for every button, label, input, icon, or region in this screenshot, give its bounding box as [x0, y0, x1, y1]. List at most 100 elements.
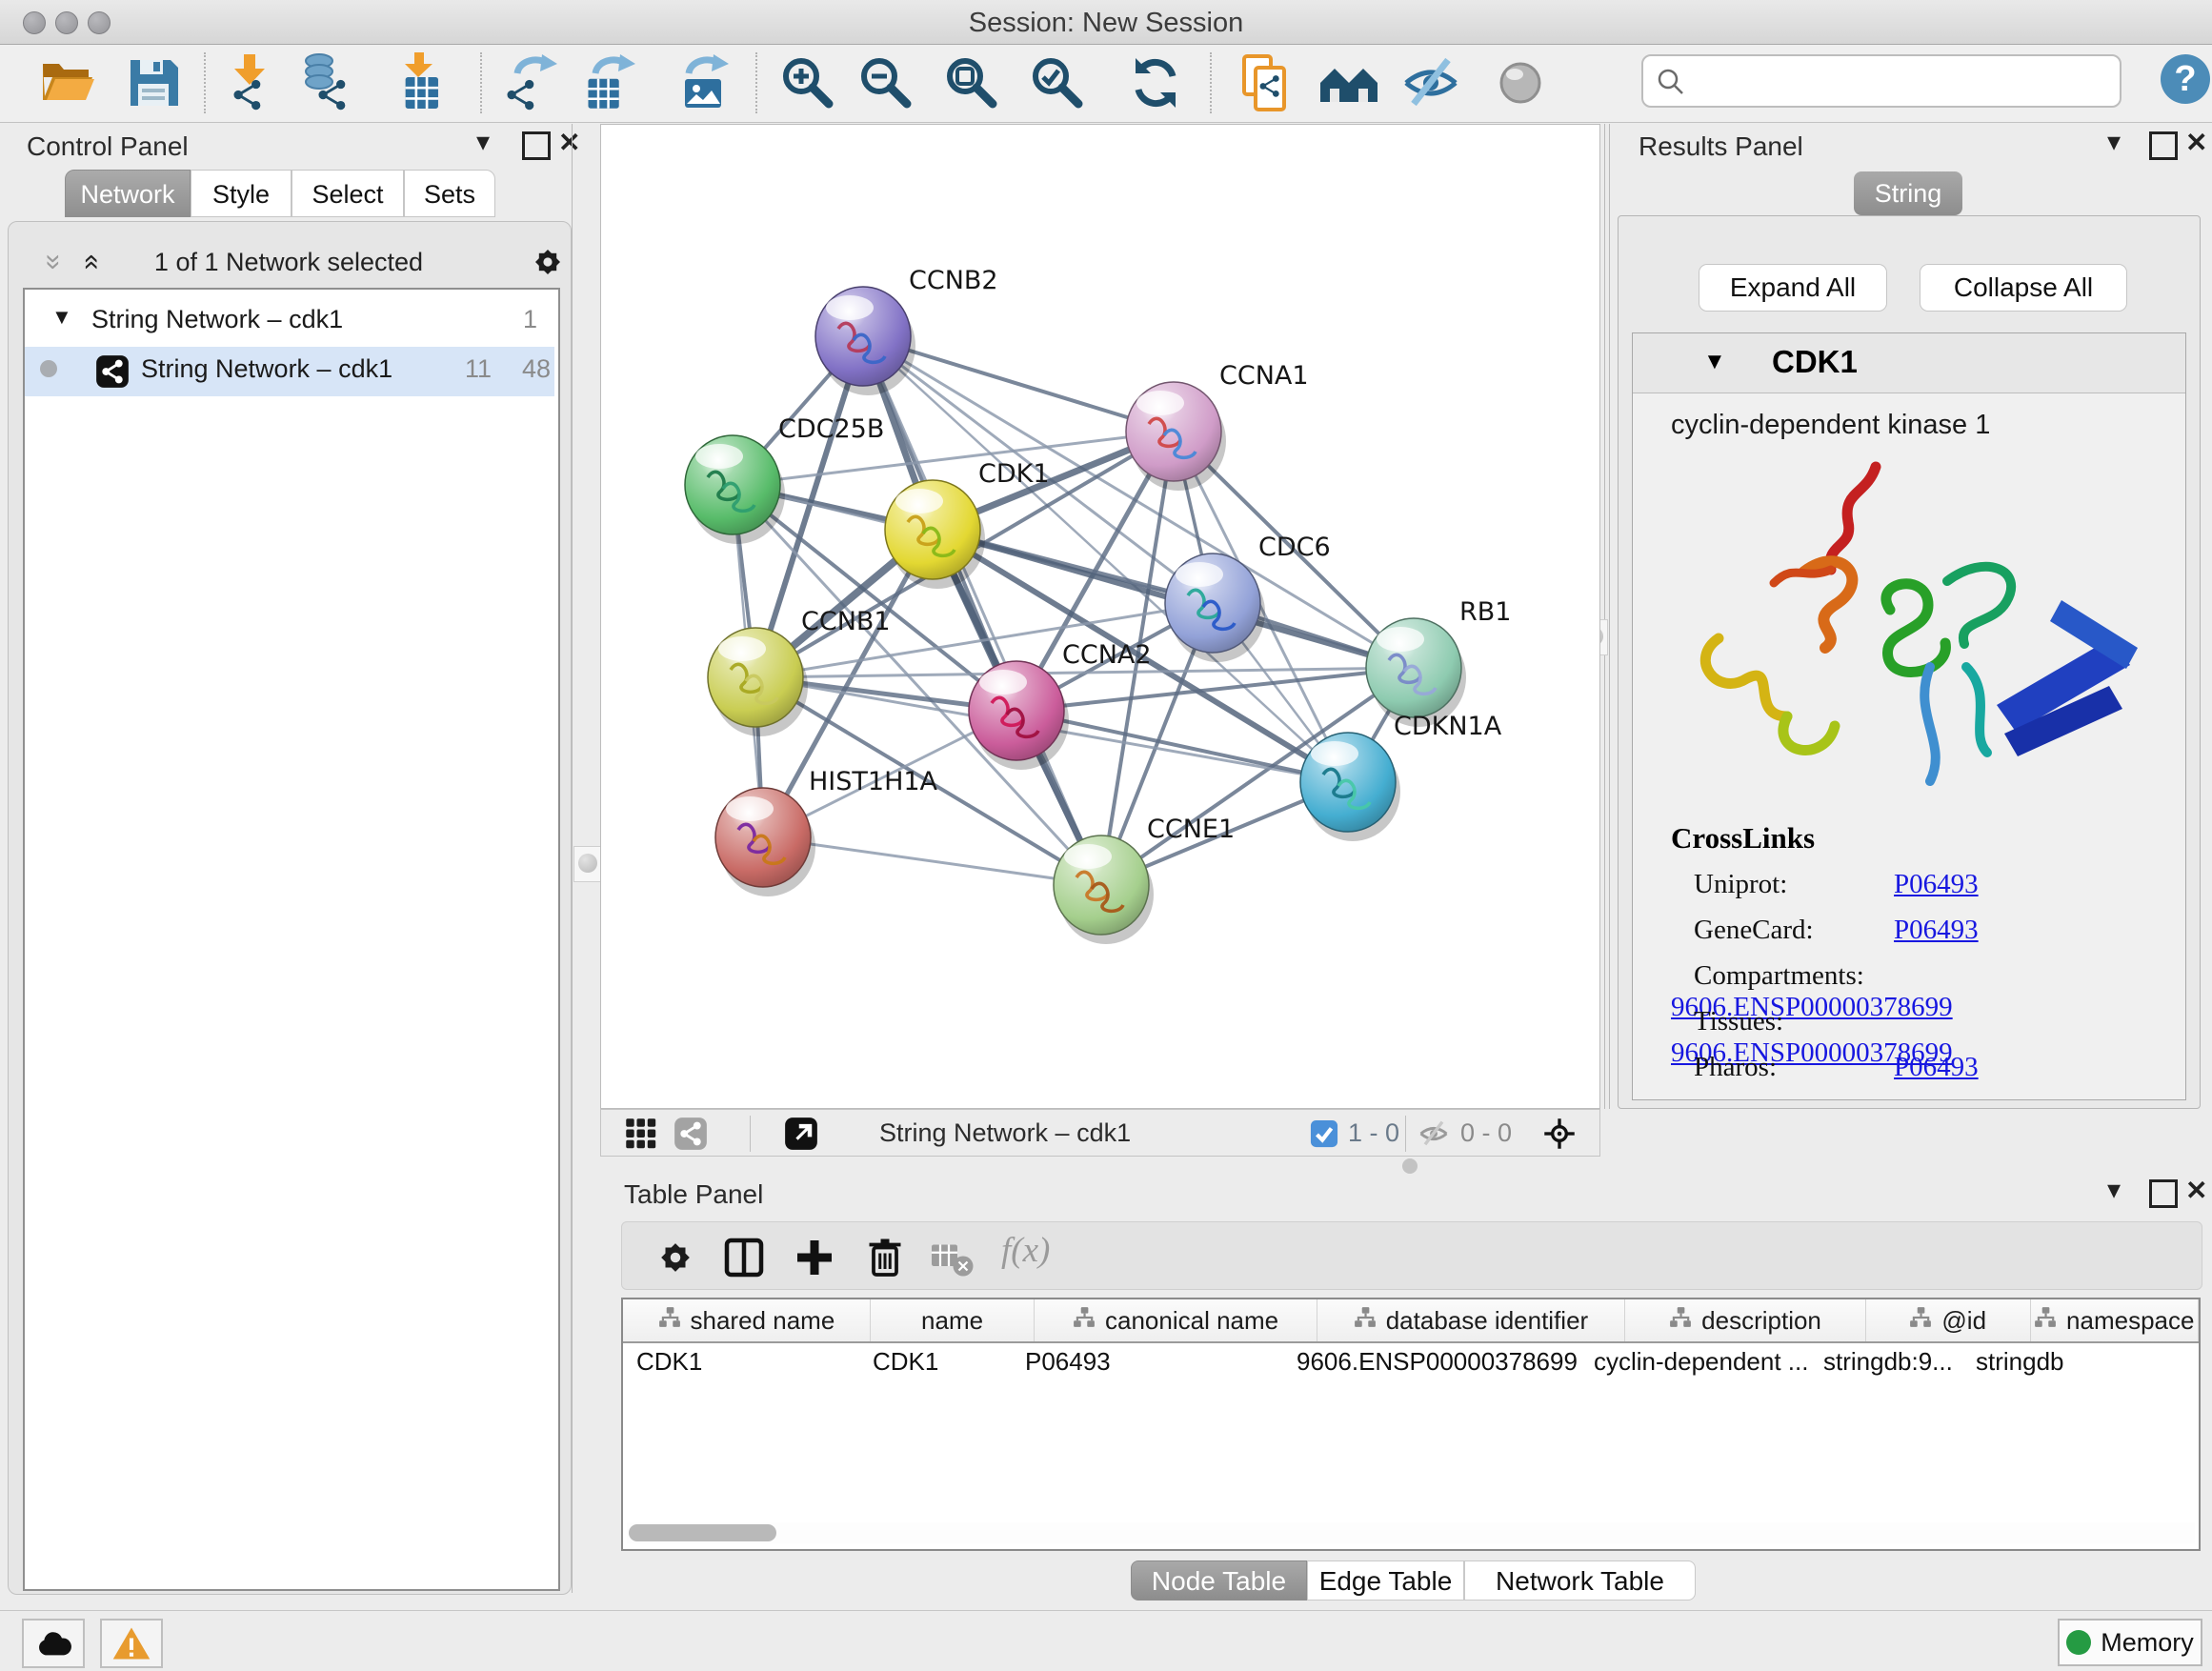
node-CCNB2[interactable] — [815, 287, 915, 395]
table-panel-collapse-icon[interactable]: ▾ — [2107, 1174, 2121, 1205]
table-options-gear-icon[interactable] — [653, 1235, 698, 1280]
birdseye-navigator-icon[interactable] — [1542, 1117, 1577, 1151]
node-CDC25B[interactable] — [685, 435, 785, 544]
delete-table-icon[interactable] — [929, 1235, 975, 1280]
save-session-icon[interactable] — [123, 52, 184, 113]
tab-string[interactable]: String — [1854, 171, 1962, 215]
collapse-all-button[interactable]: Collapse All — [1920, 264, 2127, 312]
memory-button[interactable]: Memory — [2058, 1619, 2202, 1666]
column-header-name[interactable]: name — [871, 1299, 1036, 1341]
table-cell[interactable]: 9606.ENSP00000378699 — [1283, 1341, 1580, 1383]
refresh-icon[interactable] — [1125, 52, 1186, 113]
crosslink-row: GeneCard:P06493 — [1671, 915, 2166, 960]
network-row[interactable]: String Network – cdk1 11 48 — [25, 347, 554, 396]
add-column-icon[interactable] — [792, 1235, 837, 1280]
search-box[interactable] — [1641, 54, 2122, 108]
hidden-eye-slash-icon[interactable] — [1417, 1117, 1451, 1151]
tab-sets[interactable]: Sets — [404, 170, 495, 217]
results-panel-collapse-icon[interactable]: ▾ — [2107, 126, 2121, 157]
import-table-icon[interactable] — [392, 52, 452, 113]
export-image-icon[interactable] — [674, 52, 734, 113]
main-toolbar: ? — [0, 45, 2212, 123]
selected-checkbox-icon[interactable] — [1310, 1119, 1338, 1148]
table-cell[interactable]: CDK1 — [623, 1341, 859, 1383]
open-file-icon[interactable] — [37, 52, 98, 113]
zoom-out-icon[interactable] — [855, 52, 916, 113]
table-panel-float-icon[interactable] — [2149, 1179, 2178, 1208]
column-header-sharedname[interactable]: shared name — [623, 1299, 871, 1341]
scrollbar-thumb[interactable] — [629, 1524, 776, 1541]
control-panel-float-icon[interactable] — [522, 131, 551, 160]
table-row[interactable]: CDK1CDK1P064939606.ENSP00000378699cyclin… — [623, 1341, 2199, 1383]
search-input[interactable] — [1697, 60, 2110, 100]
table-cell[interactable]: CDK1 — [859, 1341, 1012, 1383]
table-cell[interactable]: stringdb:9... — [1810, 1341, 1962, 1383]
collection-expand-icon[interactable]: ▼ — [51, 305, 72, 330]
node-HIST1H1A[interactable] — [715, 788, 815, 896]
show-all-icon[interactable] — [1490, 52, 1551, 113]
table-cell[interactable]: stringdb — [1962, 1341, 2119, 1383]
export-network-icon[interactable] — [502, 52, 563, 113]
table-panel-close-icon[interactable]: ✕ — [2185, 1175, 2207, 1206]
export-table-icon[interactable] — [580, 52, 641, 113]
column-header-namespace[interactable]: namespace — [2031, 1299, 2200, 1341]
network-from-selection-icon[interactable] — [1237, 52, 1297, 113]
control-panel-title: Control Panel — [27, 131, 189, 162]
table-horizontal-scrollbar[interactable] — [627, 1522, 2195, 1543]
zoom-fit-icon[interactable] — [941, 52, 1002, 113]
node-CCNE1[interactable] — [1054, 836, 1154, 944]
crosslink-row: Compartments:9606.ENSP00000378699 — [1671, 960, 2166, 1006]
tab-select[interactable]: Select — [292, 170, 404, 217]
gene-collapse-icon[interactable]: ▼ — [1703, 349, 1726, 375]
control-panel-close-icon[interactable]: ✕ — [558, 127, 580, 158]
table-cell[interactable]: cyclin-dependent ... — [1580, 1341, 1810, 1383]
crosslink-link[interactable]: P06493 — [1894, 915, 1979, 945]
hide-selected-icon[interactable] — [1400, 52, 1461, 113]
table-cell[interactable]: P06493 — [1012, 1341, 1283, 1383]
function-builder-icon[interactable]: f(x) — [1001, 1230, 1050, 1271]
left-splitter-handle[interactable] — [573, 846, 602, 882]
network-collection-row[interactable]: ▼ String Network – cdk1 1 — [25, 297, 554, 347]
memory-status-dot-icon — [2066, 1630, 2091, 1655]
grid-view-icon[interactable] — [624, 1117, 658, 1151]
gene-name: CDK1 — [1772, 344, 1858, 380]
import-network-icon[interactable] — [219, 52, 280, 113]
column-header-canonicalname[interactable]: canonical name — [1035, 1299, 1317, 1341]
network-canvas[interactable]: CCNB2CCNA1CDC25BCDK1CDC6RB1CCNB1CCNA2CDK… — [600, 124, 1600, 1109]
import-database-icon[interactable] — [298, 52, 359, 113]
network-options-gear-icon[interactable] — [528, 242, 568, 282]
column-header-id[interactable]: @id — [1866, 1299, 2031, 1341]
toolbar-separator — [1210, 52, 1212, 113]
horizontal-splitter-handle[interactable] — [1402, 1158, 1418, 1174]
help-icon[interactable]: ? — [2161, 54, 2210, 104]
warnings-button[interactable] — [100, 1619, 163, 1668]
open-in-window-icon[interactable] — [784, 1117, 818, 1151]
zoom-selected-icon[interactable] — [1027, 52, 1088, 113]
column-header-databaseidentifier[interactable]: database identifier — [1317, 1299, 1625, 1341]
expand-all-button[interactable]: Expand All — [1699, 264, 1887, 312]
delete-column-icon[interactable] — [862, 1235, 908, 1280]
results-panel-float-icon[interactable] — [2149, 131, 2178, 160]
control-panel-collapse-icon[interactable]: ▾ — [476, 126, 490, 157]
first-neighbors-icon[interactable] — [1318, 52, 1379, 113]
string-view-icon[interactable] — [674, 1117, 708, 1151]
column-header-description[interactable]: description — [1625, 1299, 1866, 1341]
gene-header[interactable]: ▼ CDK1 — [1633, 333, 2185, 393]
results-panel-close-icon[interactable]: ✕ — [2185, 127, 2207, 158]
node-label-CDK1: CDK1 — [978, 459, 1050, 489]
cloud-status-button[interactable] — [22, 1619, 85, 1668]
crosslink-link[interactable]: P06493 — [1894, 869, 1979, 899]
tab-edge-table[interactable]: Edge Table — [1307, 1560, 1464, 1601]
zoom-in-icon[interactable] — [777, 52, 838, 113]
node-CDKN1A[interactable] — [1300, 733, 1400, 841]
tab-node-table[interactable]: Node Table — [1131, 1560, 1307, 1601]
show-columns-icon[interactable] — [721, 1235, 767, 1280]
node-CCNA1[interactable] — [1126, 382, 1226, 491]
tab-network-table[interactable]: Network Table — [1464, 1560, 1696, 1601]
node-RB1[interactable] — [1366, 618, 1466, 727]
tab-style[interactable]: Style — [191, 170, 292, 217]
crosslink-link[interactable]: P06493 — [1894, 1052, 1979, 1082]
node-CCNA2[interactable] — [969, 661, 1069, 770]
tab-network[interactable]: Network — [65, 170, 191, 217]
node-CDK1[interactable] — [885, 480, 985, 589]
